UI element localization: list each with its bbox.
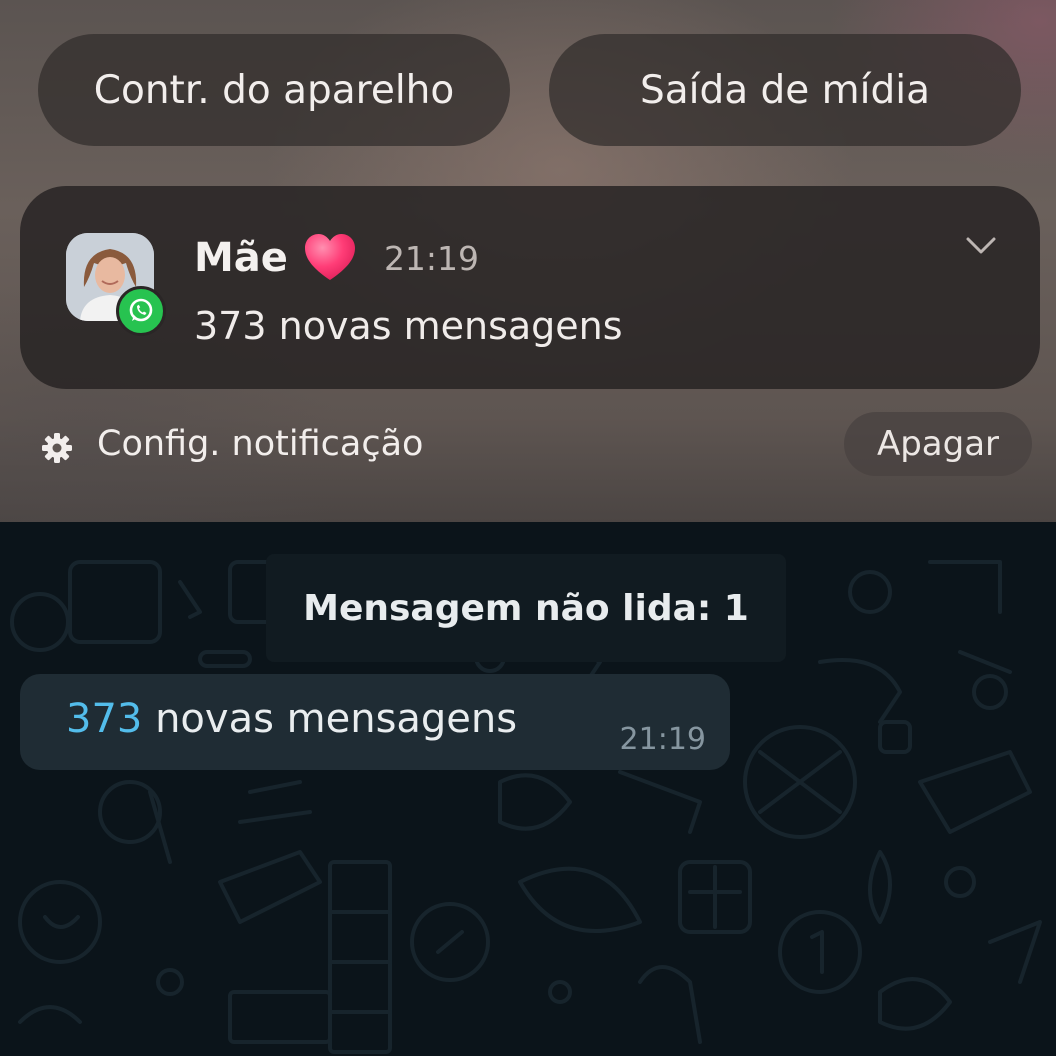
device-control-button[interactable]: Contr. do aparelho (38, 34, 510, 146)
message-text: 373 novas mensagens (66, 696, 517, 742)
notification-settings-link[interactable]: Config. notificação (97, 424, 423, 464)
clear-button[interactable]: Apagar (844, 412, 1032, 476)
notification-time: 21:19 (383, 238, 480, 278)
unread-banner-label: Mensagem não lida: 1 (303, 587, 749, 629)
chevron-down-icon[interactable] (964, 234, 998, 258)
media-output-label: Saída de mídia (639, 67, 930, 113)
notification-shade: Contr. do aparelho Saída de mídia Mãe 21… (0, 0, 1056, 522)
notification-footer: Config. notificação Apagar (0, 412, 1056, 482)
gear-icon[interactable] (40, 431, 74, 465)
message-time: 21:19 (619, 722, 706, 757)
notification-body: 373 novas mensagens (194, 304, 623, 348)
message-body: novas mensagens (142, 696, 518, 742)
device-control-label: Contr. do aparelho (93, 67, 455, 113)
message-count-link[interactable]: 373 (66, 696, 142, 742)
chat-area[interactable]: Mensagem não lida: 1 373 novas mensagens… (0, 522, 1056, 1056)
sender-name: Mãe (194, 235, 288, 281)
heart-emoji-icon (304, 234, 355, 280)
notification-header: Mãe 21:19 (194, 230, 479, 286)
whatsapp-notification-card[interactable]: Mãe 21:19 373 novas mensagens (20, 186, 1040, 389)
clear-button-label: Apagar (876, 424, 1000, 464)
unread-messages-banner: Mensagem não lida: 1 (266, 554, 786, 662)
whatsapp-icon (116, 286, 166, 336)
message-bubble[interactable]: 373 novas mensagens 21:19 (20, 674, 730, 770)
media-output-button[interactable]: Saída de mídia (549, 34, 1021, 146)
